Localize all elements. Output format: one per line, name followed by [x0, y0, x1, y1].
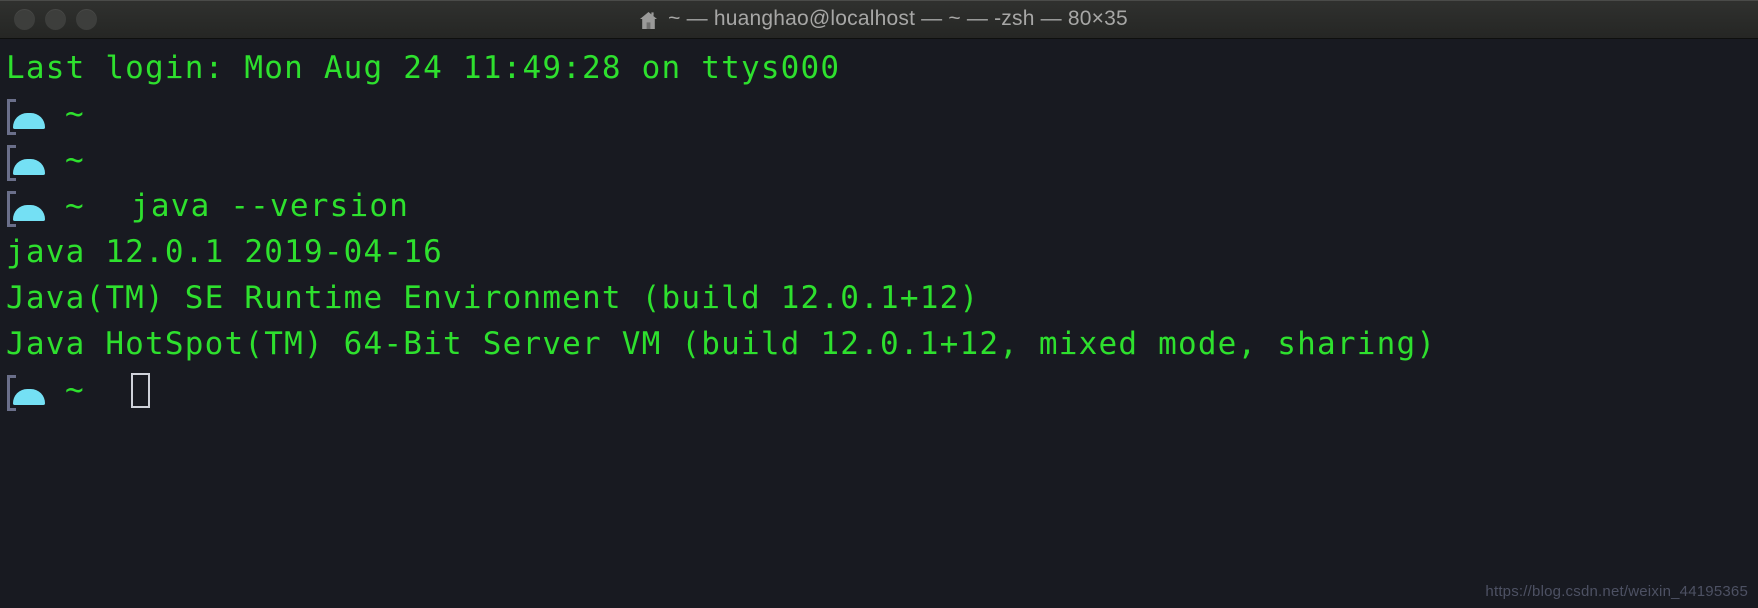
close-button[interactable]: [14, 9, 35, 30]
cursor-block: [131, 372, 150, 408]
cloud-icon: [13, 201, 45, 221]
minimize-button[interactable]: [45, 9, 66, 30]
watermark: https://blog.csdn.net/weixin_44195365: [1485, 583, 1748, 600]
prompt-path-4: ~: [65, 372, 85, 408]
prompt-line-1: ~: [6, 91, 1758, 137]
prompt-bracket-icon: [6, 189, 16, 227]
window-title-bar[interactable]: ~ — huanghao@localhost — ~ — -zsh — 80×3…: [0, 0, 1758, 39]
prompt-bracket-icon: [6, 97, 16, 135]
traffic-light-buttons: [14, 0, 97, 39]
typed-command: java --version: [131, 188, 410, 224]
login-line: Last login: Mon Aug 24 11:49:28 on ttys0…: [6, 50, 841, 86]
window-title: ~ — huanghao@localhost — ~ — -zsh — 80×3…: [630, 7, 1128, 31]
prompt-path-2: ~: [65, 142, 85, 178]
prompt-bracket-icon: [6, 143, 16, 181]
output-line-2: Java(TM) SE Runtime Environment (build 1…: [6, 280, 980, 316]
cloud-icon: [13, 155, 45, 175]
prompt-bracket-icon: [6, 373, 16, 411]
prompt-line-command: ~ java --version: [6, 183, 1758, 229]
cloud-icon: [13, 385, 45, 405]
terminal-window: ~ — huanghao@localhost — ~ — -zsh — 80×3…: [0, 0, 1758, 608]
window-title-label: ~ — huanghao@localhost — ~ — -zsh — 80×3…: [668, 7, 1128, 30]
prompt-path-3: ~: [65, 188, 85, 224]
home-icon: [638, 10, 659, 31]
output-line-3: Java HotSpot(TM) 64-Bit Server VM (build…: [6, 326, 1437, 362]
prompt-path-1: ~: [65, 96, 85, 132]
output-line-1: java 12.0.1 2019-04-16: [6, 234, 443, 270]
terminal-output-area[interactable]: Last login: Mon Aug 24 11:49:28 on ttys0…: [0, 39, 1758, 608]
cloud-icon: [13, 109, 45, 129]
prompt-line-active[interactable]: ~: [6, 367, 1758, 413]
zoom-button[interactable]: [76, 9, 97, 30]
prompt-line-2: ~: [6, 137, 1758, 183]
